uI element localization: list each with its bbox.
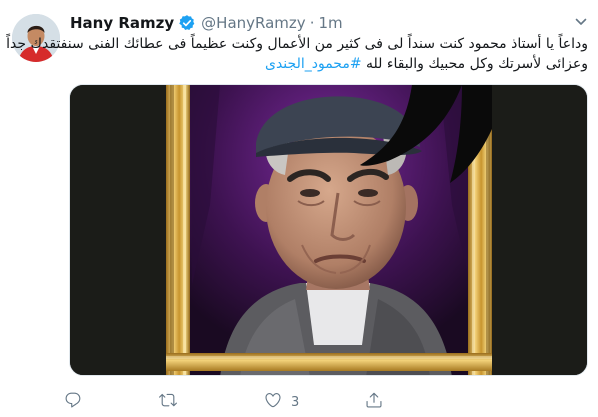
tweet-card[interactable]: Hany Ramzy @HanyRamzy · 1m وداعاً يا أست… [0,0,598,417]
tweet-text-segment: وعزائى لأسرتك وكل محبيك والبقاء لله [366,55,588,72]
retweet-button[interactable] [159,392,186,412]
tweet-text-line: وعزائى لأسرتك وكل محبيك والبقاء لله #محم… [70,55,588,75]
like-count: 3 [291,394,300,410]
tweet-timestamp[interactable]: 1m [318,14,342,32]
like-button[interactable]: 3 [264,392,299,412]
reply-button[interactable] [64,392,91,412]
chevron-down-icon[interactable] [574,14,588,28]
tweet-header: Hany Ramzy @HanyRamzy · 1m [70,13,343,33]
tweet-text: وداعاً يا أستاذ محمود كنت سنداً لى فى كث… [6,35,588,75]
verified-badge-icon [178,14,196,32]
heart-icon [264,391,282,413]
tweet-actions: 3 [0,390,598,412]
author-name[interactable]: Hany Ramzy [70,14,174,32]
author-handle[interactable]: @HanyRamzy [201,14,306,32]
tweet-text-line: وداعاً يا أستاذ محمود كنت سنداً لى فى كث… [6,36,588,52]
hashtag-link[interactable]: #محمود_الجندى [265,56,362,72]
header-separator: · [309,14,315,32]
share-icon [365,391,383,413]
retweet-icon [159,391,177,413]
share-button[interactable] [365,392,392,412]
tweet-photo[interactable] [69,84,588,376]
reply-icon [64,391,82,413]
memorial-portrait-image [70,85,587,375]
